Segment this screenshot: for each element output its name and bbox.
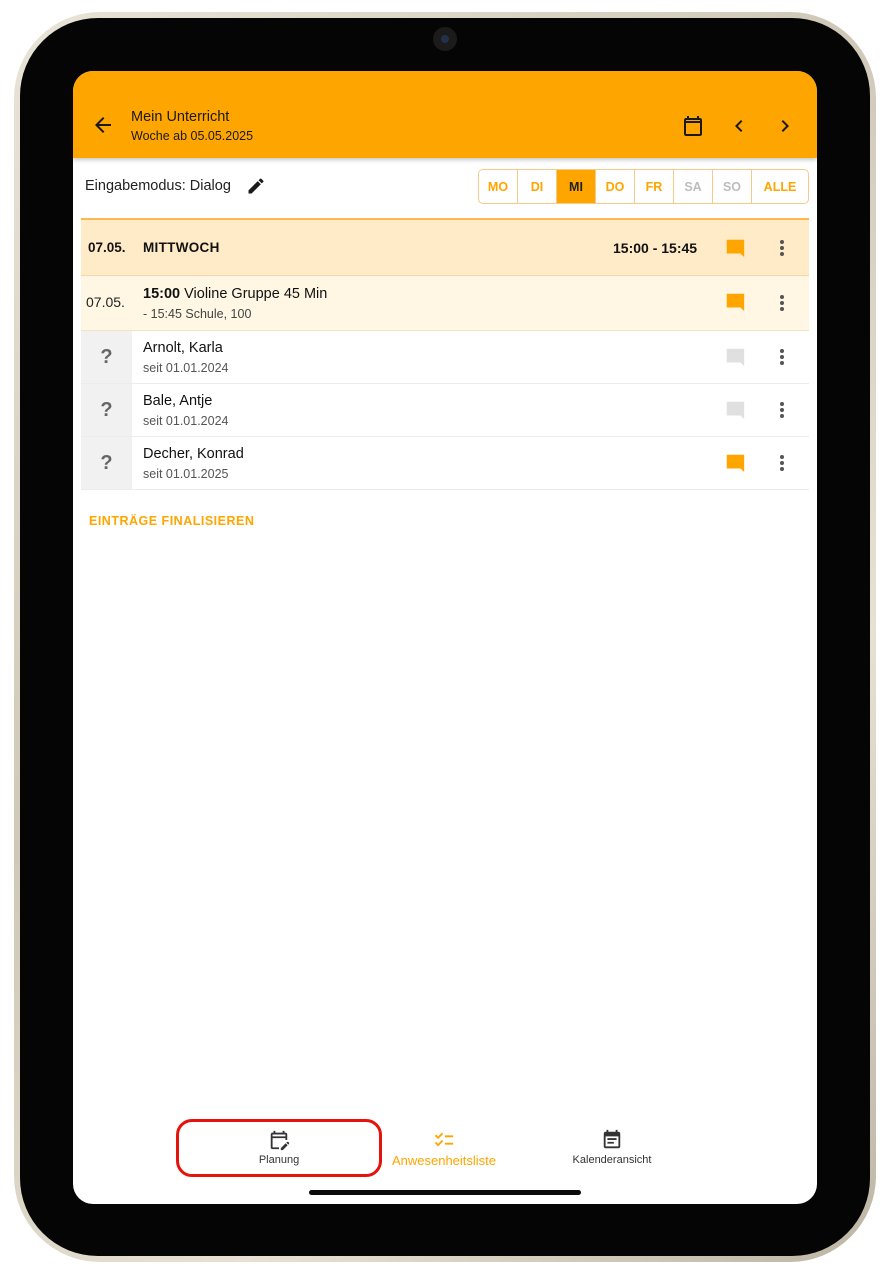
- nav-kalenderansicht-label: Kalenderansicht: [572, 1154, 652, 1166]
- week-subtitle: Woche ab 05.05.2025: [131, 129, 254, 143]
- page-title: Mein Unterricht: [131, 109, 230, 125]
- nav-kalenderansicht[interactable]: Kalenderansicht: [565, 1129, 659, 1166]
- lesson-start: 15:00: [143, 286, 181, 302]
- day-chip-all[interactable]: ALLE: [752, 170, 808, 203]
- more-vert-icon[interactable]: [770, 451, 794, 475]
- home-indicator[interactable]: [309, 1190, 581, 1195]
- finalize-entries-button[interactable]: EINTRÄGE FINALISIEREN: [89, 514, 254, 528]
- lesson-row[interactable]: 07.05. 15:00 Violine Gruppe 45 Min - 15:…: [81, 276, 809, 331]
- student-since: seit 01.01.2024: [143, 414, 229, 428]
- day-chip-fr[interactable]: FR: [635, 170, 674, 203]
- day-header-date: 07.05.: [88, 240, 126, 255]
- day-chip-so: SO: [713, 170, 752, 203]
- student-since: seit 01.01.2025: [143, 467, 229, 481]
- comment-icon[interactable]: [724, 399, 746, 421]
- input-mode-label: Eingabemodus: Dialog: [85, 178, 231, 194]
- comment-icon[interactable]: [724, 452, 746, 474]
- comment-icon[interactable]: [724, 237, 746, 259]
- day-header-name: MITTWOCH: [143, 240, 220, 255]
- app-screen: Mein Unterricht Woche ab 05.05.2025 Eing…: [73, 71, 817, 1204]
- day-chip-sa: SA: [674, 170, 713, 203]
- event-note-icon: [603, 1129, 621, 1149]
- day-chip-do[interactable]: DO: [596, 170, 635, 203]
- day-chip-di[interactable]: DI: [518, 170, 557, 203]
- student-name: Decher, Konrad: [143, 446, 244, 462]
- more-vert-icon[interactable]: [770, 398, 794, 422]
- lesson-date: 07.05.: [86, 294, 125, 310]
- lesson-title: Violine Gruppe 45 Min: [184, 286, 328, 302]
- chevron-left-icon[interactable]: [727, 114, 751, 138]
- lesson-list: 07.05. MITTWOCH 15:00 - 15:45 07.05. 15:…: [81, 218, 809, 490]
- more-vert-icon[interactable]: [770, 236, 794, 260]
- day-chip-mi[interactable]: MI: [557, 170, 596, 203]
- student-name: Bale, Antje: [143, 393, 213, 409]
- front-camera: [433, 27, 457, 51]
- attendance-status[interactable]: ?: [81, 437, 132, 489]
- highlight-annotation: [176, 1119, 382, 1177]
- attendance-status[interactable]: ?: [81, 331, 132, 383]
- checklist-icon: [434, 1132, 454, 1147]
- lesson-title-line: 15:00 Violine Gruppe 45 Min: [143, 286, 327, 302]
- student-row[interactable]: ? Bale, Antje seit 01.01.2024: [81, 384, 809, 437]
- student-name: Arnolt, Karla: [143, 340, 223, 356]
- day-header-time: 15:00 - 15:45: [613, 240, 698, 256]
- day-chip-mo[interactable]: MO: [479, 170, 518, 203]
- student-since: seit 01.01.2024: [143, 361, 229, 375]
- more-vert-icon[interactable]: [770, 345, 794, 369]
- nav-anwesenheitsliste[interactable]: Anwesenheitsliste: [389, 1129, 499, 1168]
- more-vert-icon[interactable]: [770, 291, 794, 315]
- comment-icon[interactable]: [724, 291, 746, 313]
- lesson-details: - 15:45 Schule, 100: [143, 307, 252, 321]
- attendance-status[interactable]: ?: [81, 384, 132, 436]
- student-row[interactable]: ? Decher, Konrad seit 01.01.2025: [81, 437, 809, 490]
- day-header: 07.05. MITTWOCH 15:00 - 15:45: [81, 218, 809, 276]
- calendar-icon[interactable]: [681, 114, 705, 138]
- student-row[interactable]: ? Arnolt, Karla seit 01.01.2024: [81, 331, 809, 384]
- day-filter: MO DI MI DO FR SA SO ALLE: [478, 169, 809, 204]
- arrow-back-icon[interactable]: [91, 113, 115, 137]
- comment-icon[interactable]: [724, 346, 746, 368]
- pencil-icon[interactable]: [246, 176, 266, 196]
- app-bar: Mein Unterricht Woche ab 05.05.2025: [73, 71, 817, 158]
- chevron-right-icon[interactable]: [773, 114, 797, 138]
- nav-anwesenheitsliste-label: Anwesenheitsliste: [391, 1153, 497, 1168]
